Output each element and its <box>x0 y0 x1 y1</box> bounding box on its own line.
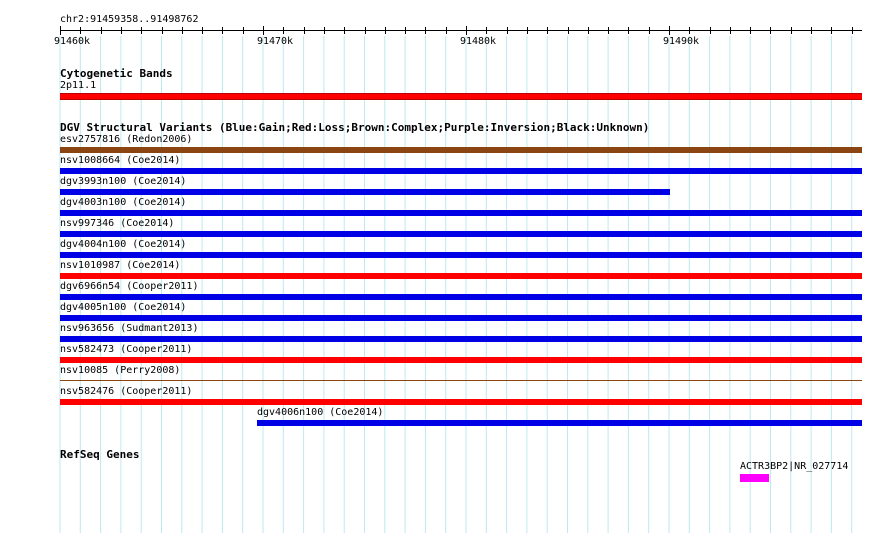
minor-tick <box>852 27 853 34</box>
minor-tick <box>730 27 731 34</box>
variant-label[interactable]: dgv4006n100 (Coe2014) <box>257 407 383 418</box>
gene-label[interactable]: ACTR3BP2|NR_027714 <box>740 461 848 472</box>
refseq-track-title[interactable]: RefSeq Genes <box>60 448 139 461</box>
variant-bar-gain[interactable] <box>60 168 862 174</box>
minor-tick <box>182 27 183 34</box>
variant-label[interactable]: dgv4003n100 (Coe2014) <box>60 197 186 208</box>
minor-tick <box>425 27 426 34</box>
minor-tick <box>243 27 244 34</box>
variant-label[interactable]: dgv6966n54 (Cooper2011) <box>60 281 198 292</box>
minor-tick <box>222 27 223 34</box>
minor-tick <box>649 27 650 34</box>
variant-bar-complex[interactable] <box>60 147 862 153</box>
variant-bar-gain[interactable] <box>60 231 862 237</box>
tick-label: 91490k <box>662 36 700 47</box>
minor-tick <box>101 27 102 34</box>
variant-bar-gain[interactable] <box>60 252 862 258</box>
minor-tick <box>628 27 629 34</box>
minor-tick <box>385 27 386 34</box>
tick-label: 91470k <box>256 36 294 47</box>
minor-tick <box>162 27 163 34</box>
minor-tick <box>588 27 589 34</box>
variant-label[interactable]: nsv963656 (Sudmant2013) <box>60 323 198 334</box>
variant-label[interactable]: dgv3993n100 (Coe2014) <box>60 176 186 187</box>
variant-label[interactable]: dgv4005n100 (Coe2014) <box>60 302 186 313</box>
minor-tick <box>283 27 284 34</box>
variant-bar-gain[interactable] <box>60 210 862 216</box>
variant-bar-loss[interactable] <box>60 399 862 405</box>
minor-tick <box>811 27 812 34</box>
variant-label[interactable]: nsv582476 (Cooper2011) <box>60 386 192 397</box>
minor-tick <box>202 27 203 34</box>
minor-tick <box>608 27 609 34</box>
variant-bar-gain[interactable] <box>60 189 670 195</box>
major-tick <box>669 26 670 35</box>
minor-tick <box>689 27 690 34</box>
minor-tick <box>507 27 508 34</box>
minor-tick <box>80 27 81 34</box>
variant-label[interactable]: nsv1008664 (Coe2014) <box>60 155 180 166</box>
minor-tick <box>791 27 792 34</box>
variant-bar-gain[interactable] <box>60 336 862 342</box>
minor-tick <box>770 27 771 34</box>
dgv-track-title[interactable]: DGV Structural Variants (Blue:Gain;Red:L… <box>60 121 649 134</box>
minor-tick <box>344 27 345 34</box>
variant-label[interactable]: nsv582473 (Cooper2011) <box>60 344 192 355</box>
minor-tick <box>304 27 305 34</box>
coordinate-label: chr2:91459358..91498762 <box>60 14 199 25</box>
tick-label: 91460k <box>53 36 91 47</box>
minor-tick <box>547 27 548 34</box>
minor-tick <box>750 27 751 34</box>
major-tick <box>466 26 467 35</box>
minor-tick <box>121 27 122 34</box>
variant-bar-gain[interactable] <box>257 420 862 426</box>
minor-tick <box>568 27 569 34</box>
minor-tick <box>831 27 832 34</box>
major-tick <box>60 26 61 35</box>
variant-label[interactable]: dgv4004n100 (Coe2014) <box>60 239 186 250</box>
variant-bar-gain[interactable] <box>60 294 862 300</box>
cytoband-track-title[interactable]: Cytogenetic Bands <box>60 67 173 80</box>
variant-bar-loss[interactable] <box>60 357 862 363</box>
minor-tick <box>486 27 487 34</box>
variant-label[interactable]: nsv997346 (Coe2014) <box>60 218 174 229</box>
variant-label[interactable]: nsv1010987 (Coe2014) <box>60 260 180 271</box>
variant-bar-complex[interactable] <box>60 380 862 381</box>
minor-tick <box>405 27 406 34</box>
minor-tick <box>710 27 711 34</box>
variant-bar-loss[interactable] <box>60 273 862 279</box>
minor-tick <box>141 27 142 34</box>
major-tick <box>263 26 264 35</box>
minor-tick <box>527 27 528 34</box>
variant-label[interactable]: esv2757816 (Redon2006) <box>60 134 192 145</box>
cytoband-bar[interactable] <box>60 93 862 100</box>
gene-bar[interactable] <box>740 474 769 482</box>
ruler-axis <box>60 30 862 31</box>
variant-bar-gain[interactable] <box>60 315 862 321</box>
tick-label: 91480k <box>459 36 497 47</box>
variant-label[interactable]: nsv10085 (Perry2008) <box>60 365 180 376</box>
minor-tick <box>446 27 447 34</box>
cytoband-label[interactable]: 2p11.1 <box>60 80 96 91</box>
minor-tick <box>324 27 325 34</box>
minor-tick <box>365 27 366 34</box>
